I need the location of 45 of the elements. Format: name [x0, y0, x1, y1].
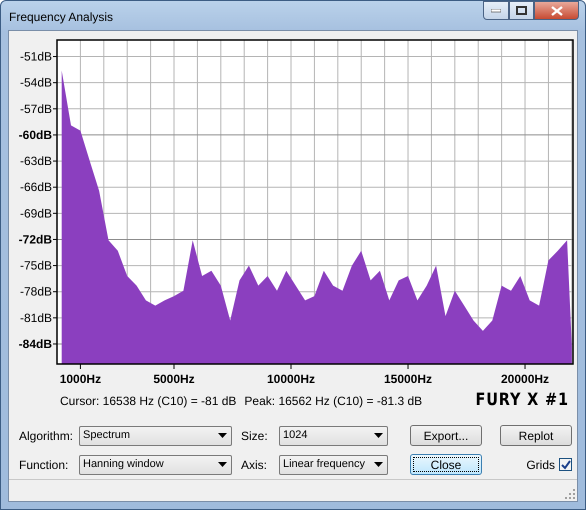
axis-label: 15000Hz	[384, 372, 432, 386]
axis-label: -57dB	[20, 102, 52, 116]
axis-label: -66dB	[20, 180, 52, 194]
field-label: Axis:	[241, 456, 268, 474]
axis-label: -72dB	[18, 232, 52, 246]
axis-label: -54dB	[20, 76, 52, 90]
dropdown[interactable]: 1024	[279, 426, 388, 446]
checkbox-label: Grids	[526, 456, 555, 474]
axis-label: -78dB	[20, 284, 52, 299]
axis-label: -69dB	[20, 206, 52, 220]
maximize-icon	[516, 6, 527, 15]
annotation-text: FURY X #1	[476, 389, 569, 412]
dialog-button[interactable]: Export...	[410, 425, 482, 446]
maximize-button[interactable]	[509, 1, 534, 20]
axis-label: 10000Hz	[267, 372, 316, 386]
axis-label: -63dB	[20, 154, 52, 168]
minimize-icon	[491, 8, 501, 12]
close-button[interactable]	[534, 1, 579, 20]
checkbox[interactable]	[559, 458, 572, 471]
axis-label: 1000Hz	[60, 372, 102, 386]
axis-label: -60dB	[18, 128, 52, 142]
dropdown[interactable]: Hanning window	[79, 454, 232, 474]
dropdown[interactable]: Spectrum	[79, 426, 232, 446]
caret-icon	[218, 433, 227, 438]
axis-label: -84dB	[18, 336, 52, 351]
window-title: Frequency Analysis	[9, 9, 114, 26]
field-label: Algorithm:	[19, 428, 74, 444]
dialog-button[interactable]: Close	[410, 454, 482, 475]
caret-icon	[374, 433, 383, 438]
caret-icon	[218, 462, 227, 467]
peak-readout: Peak: 16562 Hz (C10) = -81.3 dB	[244, 393, 422, 410]
axis-label: -81dB	[20, 310, 52, 325]
axis-label: -75dB	[20, 258, 52, 273]
field-label: Size:	[241, 428, 269, 444]
axis-label: -51dB	[20, 50, 52, 64]
close-icon	[550, 6, 562, 16]
caret-icon	[374, 462, 383, 467]
dropdown[interactable]: Linear frequency	[279, 454, 388, 474]
field-label: Function:	[19, 456, 70, 474]
minimize-button[interactable]	[483, 1, 509, 20]
axis-label: 20000Hz	[501, 372, 550, 386]
resize-grip-icon[interactable]	[565, 489, 575, 499]
axis-label: 5000Hz	[153, 372, 195, 386]
dialog-button[interactable]: Replot	[500, 425, 572, 446]
cursor-readout: Cursor: 16538 Hz (C10) = -81 dB	[60, 393, 236, 410]
